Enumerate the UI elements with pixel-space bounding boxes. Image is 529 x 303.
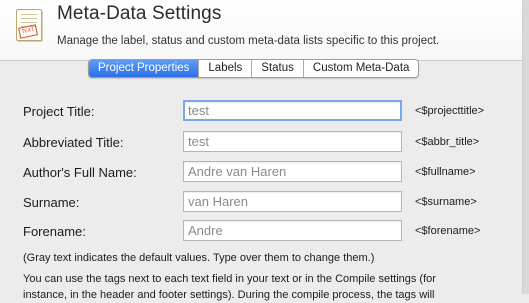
project-title-field[interactable] [183,100,402,121]
surname-tag: <$surname> [415,196,477,208]
project-title-label: Project Title: [23,104,95,119]
header-bar: TEXT Meta-Data Settings Manage the label… [0,0,529,61]
surname-field[interactable] [183,191,402,212]
help-line-1: You can use the tags next to each text f… [23,273,436,285]
full-name-field[interactable] [183,161,402,182]
surname-label: Surname: [23,195,80,210]
document-icon: TEXT [16,9,42,41]
tab-project-properties[interactable]: Project Properties [89,60,200,77]
tab-labels[interactable]: Labels [199,60,253,77]
forename-row: Forename: <$forename> [0,220,529,244]
forename-tag: <$forename> [415,225,481,237]
forename-label: Forename: [23,224,86,239]
abbreviated-title-row: Abbreviated Title: <$abbr_title> [0,131,529,155]
abbreviated-title-field[interactable] [183,131,402,152]
help-line-2: instance, in the header and footer setti… [23,289,435,301]
tab-status[interactable]: Status [252,60,304,77]
project-title-tag: <$projecttitle> [415,105,485,117]
tags-help-paragraph: You can use the tags next to each text f… [23,271,443,303]
page-title: Meta-Data Settings [57,3,222,24]
full-name-row: Author's Full Name: <$fullname> [0,161,529,185]
tab-bar: Project Properties Labels Status Custom … [88,59,420,78]
default-values-note: (Gray text indicates the default values.… [23,252,375,264]
page-subtitle: Manage the label, status and custom meta… [57,35,440,47]
project-title-row: Project Title: <$projecttitle> [0,100,529,124]
abbreviated-title-tag: <$abbr_title> [415,136,480,148]
full-name-tag: <$fullname> [415,166,476,178]
forename-field[interactable] [183,220,402,241]
abbreviated-title-label: Abbreviated Title: [23,135,124,150]
tab-custom-meta-data[interactable]: Custom Meta-Data [304,60,419,77]
surname-row: Surname: <$surname> [0,191,529,215]
full-name-label: Author's Full Name: [23,165,137,180]
